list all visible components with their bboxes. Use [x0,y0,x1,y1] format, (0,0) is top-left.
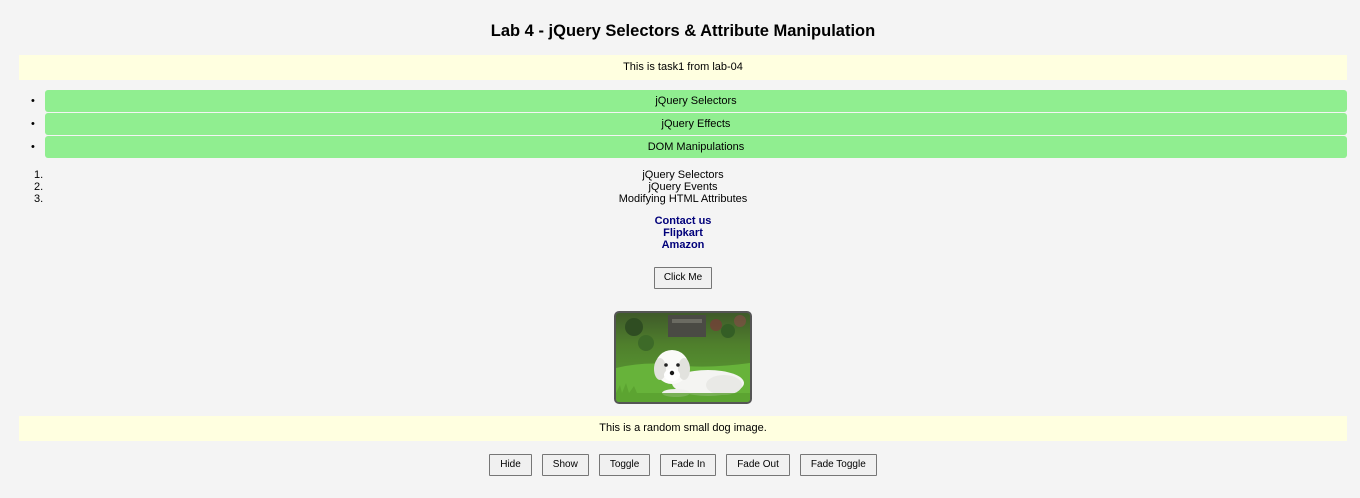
list-item: • jQuery Selectors [31,90,1347,112]
link-flipkart[interactable]: Flipkart [0,227,1360,239]
list-item: 1. jQuery Selectors [19,169,1347,181]
topics-list: • jQuery Selectors • jQuery Effects • DO… [31,90,1347,159]
fade-out-button[interactable]: Fade Out [726,454,790,476]
page-title: Lab 4 - jQuery Selectors & Attribute Man… [490,22,876,40]
steps-list: 1. jQuery Selectors 2. jQuery Events 3. … [19,169,1347,205]
list-item-label: jQuery Selectors [655,95,737,107]
list-item-label: jQuery Events [648,181,718,193]
links-group: Contact us Flipkart Amazon [0,215,1360,251]
link-contact-us[interactable]: Contact us [0,215,1360,227]
effect-controls: Hide Show Toggle Fade In Fade Out Fade T… [0,454,1360,476]
dog-image [614,311,752,404]
click-me-button[interactable]: Click Me [654,267,712,289]
list-number: 1. [34,169,44,181]
bullet-icon: • [31,141,35,153]
fade-toggle-button[interactable]: Fade Toggle [799,454,877,476]
task-banner: This is task1 from lab-04 [19,55,1347,80]
list-item-label: jQuery Effects [661,118,731,130]
fade-in-button[interactable]: Fade In [660,454,717,476]
list-item: • DOM Manipulations [31,136,1347,158]
list-number: 3. [34,193,44,205]
list-item-label: DOM Manipulations [647,141,745,153]
list-item: 3. Modifying HTML Attributes [19,193,1347,205]
list-item-label: Modifying HTML Attributes [618,193,748,205]
page: Lab 4 - jQuery Selectors & Attribute Man… [0,0,1360,498]
bullet-icon: • [31,118,35,130]
link-amazon[interactable]: Amazon [0,239,1360,251]
list-item-label: jQuery Selectors [642,169,724,181]
toggle-button[interactable]: Toggle [598,454,651,476]
list-number: 2. [34,181,44,193]
image-caption: This is a random small dog image. [19,416,1347,441]
show-button[interactable]: Show [541,454,589,476]
bullet-icon: • [31,95,35,107]
list-item: 2. jQuery Events [19,181,1347,193]
hide-button[interactable]: Hide [489,454,532,476]
list-item: • jQuery Effects [31,113,1347,135]
